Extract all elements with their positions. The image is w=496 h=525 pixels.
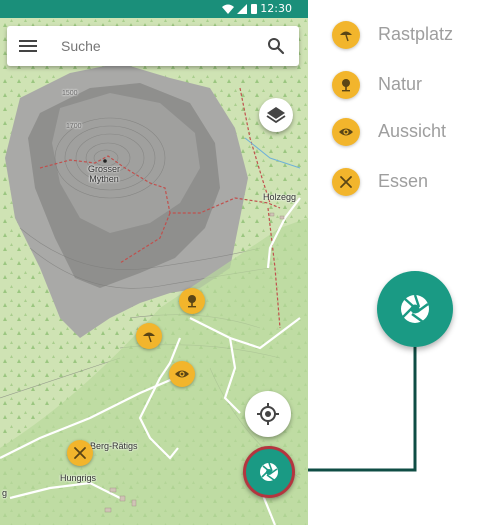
camera-shutter-icon (401, 294, 429, 323)
connector-line (308, 347, 417, 472)
camera-button-enlarged (377, 271, 453, 347)
